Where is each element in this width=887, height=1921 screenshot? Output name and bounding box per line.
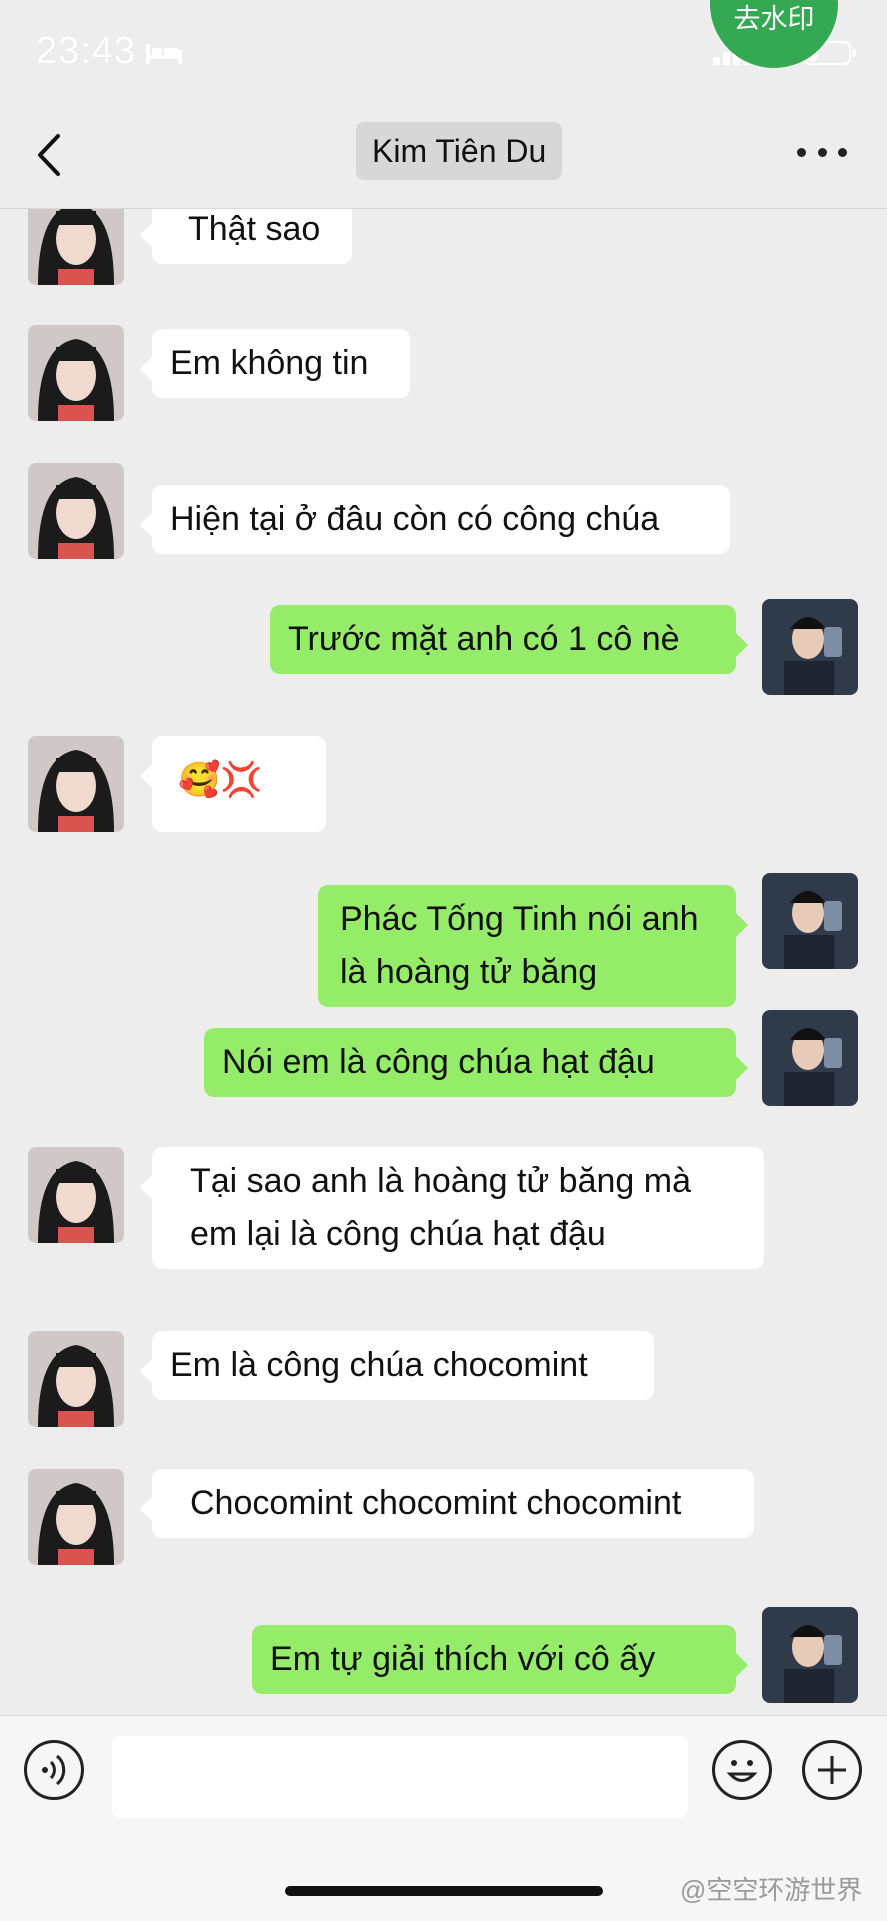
my-avatar[interactable]: [762, 599, 858, 695]
message-bubble[interactable]: Nói em là công chúa hạt đậu: [204, 1028, 748, 1097]
message-line: là hoàng tử băng: [340, 953, 598, 991]
status-bar: 23:43 去水印: [0, 0, 887, 100]
message-line: Tại sao anh là hoàng tử băng mà: [190, 1162, 691, 1200]
dot-icon: [797, 148, 806, 157]
smiley-icon: [726, 1760, 758, 1782]
message-bubble[interactable]: Thật sao: [140, 209, 352, 264]
contact-avatar[interactable]: [28, 1147, 124, 1243]
my-avatar[interactable]: [762, 1607, 858, 1703]
voice-input-button[interactable]: [24, 1740, 84, 1800]
status-time: 23:43: [36, 30, 137, 72]
message-bubble[interactable]: Hiện tại ở đâu còn có công chúa: [140, 485, 730, 554]
plus-icon: [818, 1756, 846, 1784]
sleep-mode-icon: [146, 44, 182, 64]
message-input[interactable]: [112, 1736, 688, 1818]
back-arrow-icon[interactable]: [30, 130, 70, 180]
message-bubble[interactable]: Em là công chúa chocomint: [140, 1331, 654, 1400]
message-line: em lại là công chúa hạt đậu: [190, 1215, 606, 1253]
contact-avatar[interactable]: [28, 325, 124, 421]
contact-avatar-image: [28, 463, 124, 559]
contact-avatar-image: [28, 1331, 124, 1427]
emoji-message-bubble[interactable]: 🥰💢: [140, 736, 326, 832]
my-avatar-image: [762, 873, 858, 969]
dot-icon: [838, 148, 847, 157]
weibo-watermark: @空空环游世界: [680, 1875, 863, 1905]
message-bubble[interactable]: Em không tin: [140, 329, 410, 398]
message-bubble[interactable]: Phác Tống Tinh nói anh là hoàng tử băng: [318, 885, 748, 1007]
contact-avatar[interactable]: [28, 1331, 124, 1427]
message-bubble[interactable]: Trước mặt anh có 1 cô nè: [270, 605, 748, 674]
contact-avatar[interactable]: [28, 209, 124, 285]
voice-icon: [42, 1754, 66, 1786]
my-avatar-image: [762, 599, 858, 695]
contact-avatar-image: [28, 736, 124, 832]
home-indicator[interactable]: [285, 1886, 603, 1896]
contact-avatar[interactable]: [28, 736, 124, 832]
chat-header: Kim Tiên Du: [0, 100, 887, 209]
my-avatar-image: [762, 1607, 858, 1703]
input-bar: @空空环游世界: [0, 1715, 887, 1921]
chat-title: Kim Tiên Du: [356, 122, 563, 180]
message-bubble[interactable]: Chocomint chocomint chocomint: [140, 1469, 754, 1538]
my-avatar[interactable]: [762, 1010, 858, 1106]
message-bubble[interactable]: Tại sao anh là hoàng tử băng mà em lại l…: [140, 1147, 764, 1269]
contact-avatar[interactable]: [28, 463, 124, 559]
contact-avatar[interactable]: [28, 1469, 124, 1565]
message-bubble[interactable]: Em tự giải thích với cô ấy: [252, 1625, 748, 1694]
emoji-button[interactable]: [712, 1740, 772, 1800]
my-avatar[interactable]: [762, 873, 858, 969]
my-avatar-image: [762, 1010, 858, 1106]
dot-icon: [817, 148, 827, 157]
contact-avatar-image: [28, 1469, 124, 1565]
message-line: Phác Tống Tinh nói anh: [340, 900, 699, 938]
more-actions-button[interactable]: [802, 1740, 862, 1800]
contact-avatar-image: [28, 209, 124, 285]
contact-avatar-image: [28, 1147, 124, 1243]
contact-avatar-image: [28, 325, 124, 421]
more-options-button[interactable]: [797, 148, 847, 160]
message-list[interactable]: Thật sao Em không tin Hiện tại ở đâu còn…: [0, 209, 887, 1715]
